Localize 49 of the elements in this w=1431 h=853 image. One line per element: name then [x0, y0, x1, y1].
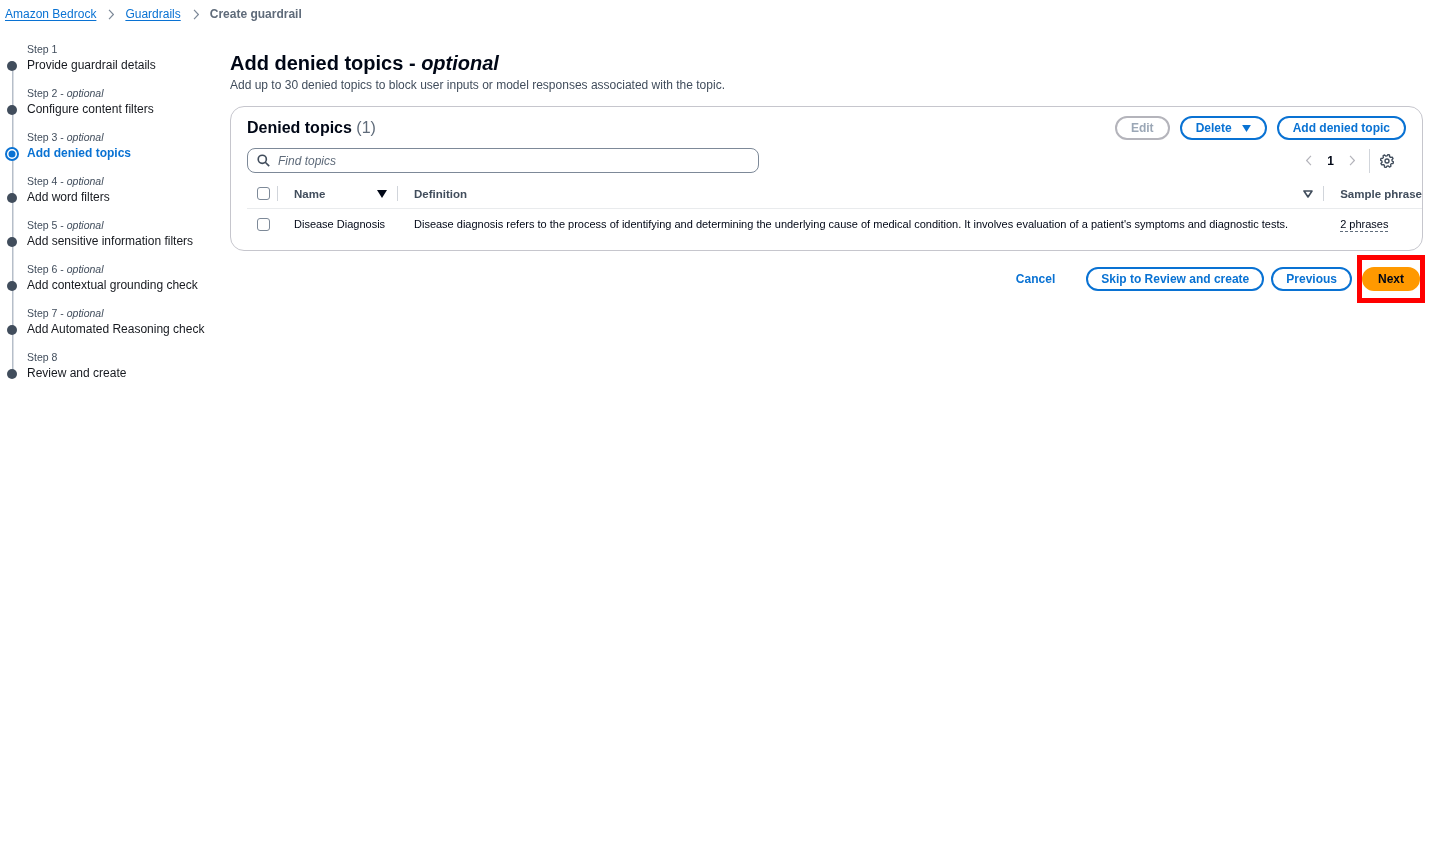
step-label: Step 4 - optional [27, 174, 104, 189]
chevron-right-icon [192, 8, 199, 20]
table-cell: Disease diagnosis refers to the process of identifying and determining the underlying cause of medical condition. It involves evaluation of a patient's symptoms and diagnostic tests. [414, 218, 1289, 230]
search-field[interactable]: Find topics [247, 148, 759, 173]
step-title: Add sensitive information filters [27, 233, 194, 250]
column-header[interactable]: Sample phrase [1340, 187, 1422, 200]
sort-icon[interactable] [1303, 189, 1314, 198]
checkbox[interactable] [257, 187, 270, 200]
chevron-right-icon [1349, 155, 1355, 166]
chevron-right-icon [108, 8, 115, 20]
breadcrumb-current: Create guardrail [209, 7, 302, 21]
column-header[interactable]: Definition [414, 187, 468, 200]
checkbox[interactable] [257, 217, 270, 231]
breadcrumb-link[interactable]: Guardrails [125, 7, 181, 21]
panel-title: Denied topics [247, 119, 352, 136]
chevron-left-icon [1306, 155, 1313, 166]
item-count: (1) [356, 119, 376, 136]
step-title: Review and create [27, 365, 127, 382]
settings-icon [1380, 153, 1394, 168]
primary-button[interactable]: Next [1362, 267, 1420, 291]
dropdown-button[interactable]: Delete [1179, 116, 1267, 140]
page-number[interactable]: 1 [1327, 153, 1334, 168]
sort-descending-icon[interactable] [377, 189, 387, 198]
step-title: Configure content filters [27, 101, 154, 118]
breadcrumb-link[interactable]: Amazon Bedrock [5, 7, 97, 21]
step-title: Add word filters [27, 189, 110, 206]
step-label: Step 2 - optional [27, 86, 104, 101]
phrases-link[interactable]: 2 phrases [1340, 216, 1389, 232]
step-label: Step 5 - optional [27, 218, 104, 233]
step-title: Add Automated Reasoning check [27, 321, 205, 338]
step-label: Step 6 - optional [27, 262, 104, 277]
action-button[interactable]: Add denied topic [1276, 116, 1406, 140]
cancel-button[interactable]: Cancel [1009, 267, 1062, 291]
settings-button[interactable] [1380, 153, 1394, 168]
caret-down-icon [1241, 124, 1251, 132]
search-icon [257, 154, 270, 167]
table-cell: Disease Diagnosis [294, 218, 386, 230]
step-title: Add contextual grounding check [27, 277, 198, 294]
column-header[interactable]: Name [294, 187, 326, 200]
step-title: Add denied topics [27, 145, 131, 162]
secondary-button[interactable]: Skip to Review and create [1086, 267, 1265, 291]
step-label: Step 1 [27, 42, 58, 57]
page-description: Add up to 30 denied topics to block user inputs or model responses associated with the topic. [230, 77, 725, 93]
step-title: Provide guardrail details [27, 57, 156, 74]
page-title: Add denied topics - optional [230, 51, 499, 75]
step-label: Step 7 - optional [27, 306, 104, 321]
step-label: Step 3 - optional [27, 130, 104, 145]
secondary-button[interactable]: Previous [1271, 267, 1352, 291]
step-label: Step 8 [27, 350, 58, 365]
